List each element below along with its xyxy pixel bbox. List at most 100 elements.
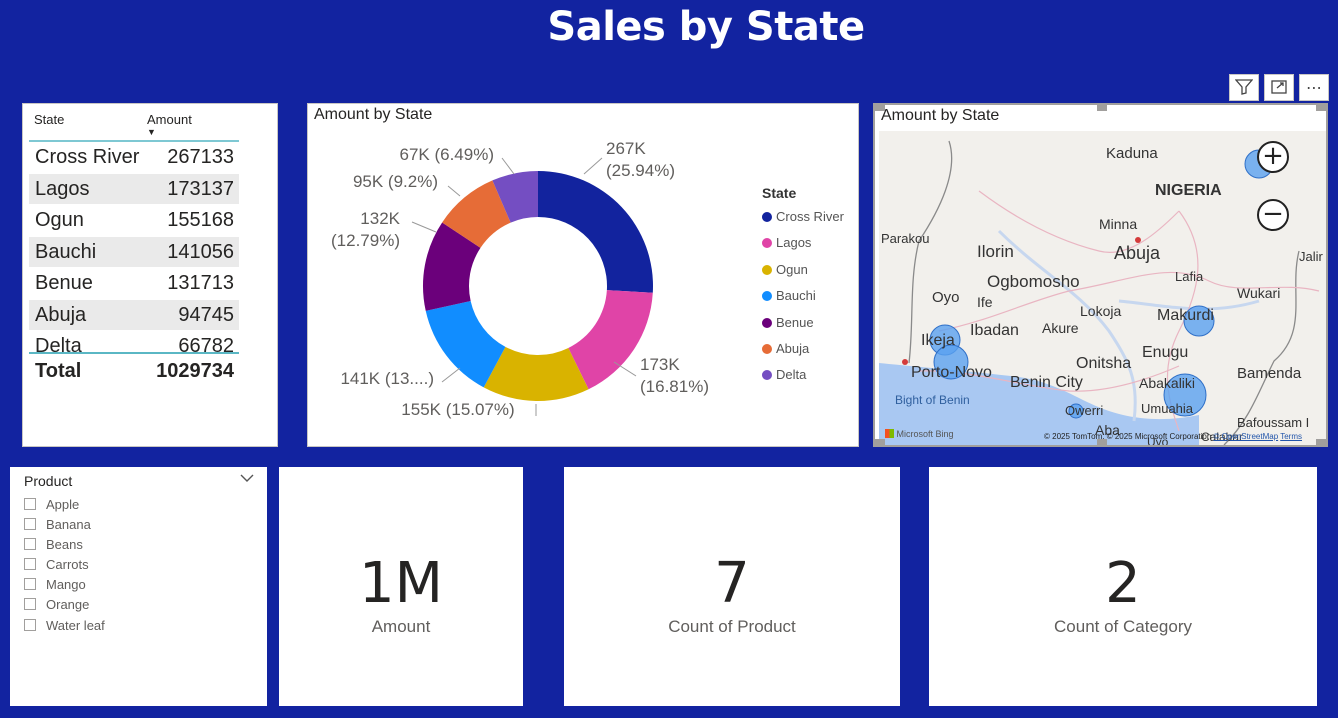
legend-item[interactable]: Benue: [762, 313, 844, 339]
slicer-title: Product: [24, 473, 73, 489]
data-label: 67K (6.49%): [400, 145, 495, 164]
legend-item[interactable]: Abuja: [762, 339, 844, 365]
city-label: Jalir: [1299, 249, 1323, 264]
terms-link[interactable]: Terms: [1280, 432, 1302, 441]
checkbox[interactable]: [24, 538, 36, 551]
table-row[interactable]: Benue 131713: [29, 268, 239, 300]
city-label: Ogbomosho: [987, 272, 1080, 291]
city-label: Ikeja: [921, 332, 955, 349]
kpi-value: 2: [1105, 551, 1141, 616]
legend-item[interactable]: Bauchi: [762, 286, 844, 312]
data-label: 155K (15.07%): [401, 400, 514, 419]
table-row[interactable]: Lagos 173137: [29, 173, 239, 205]
table-row[interactable]: Ogun 155168: [29, 205, 239, 237]
resize-handle[interactable]: [875, 105, 885, 111]
table-row[interactable]: Abuja 94745: [29, 299, 239, 331]
cell-state: Ogun: [35, 209, 84, 231]
donut-chart-card[interactable]: Amount by State 267K (25.94%) 173K (16.81%)…: [307, 103, 859, 447]
legend-item[interactable]: Ogun: [762, 260, 844, 286]
slicer-item[interactable]: Apple: [24, 495, 105, 515]
kpi-label: Count of Product: [668, 617, 796, 636]
checkbox[interactable]: [24, 578, 36, 591]
legend-marker: [762, 291, 772, 302]
kpi-card-amount[interactable]: 1M Amount: [279, 467, 523, 706]
zoom-out-button[interactable]: −: [1257, 199, 1289, 231]
legend-item[interactable]: Delta: [762, 365, 844, 391]
slicer-item[interactable]: Beans: [24, 535, 105, 555]
legend-item[interactable]: Lagos: [762, 233, 844, 259]
openstreetmap-link[interactable]: © OpenStreetMap: [1214, 432, 1279, 441]
state-amount-table[interactable]: State Amount ▼ Cross River 267133 Lagos 17…: [22, 103, 278, 447]
checkbox[interactable]: [24, 498, 36, 510]
page-title: Sales by State: [547, 4, 865, 50]
map-canvas[interactable]: Kaduna NIGERIA Minna Abuja Parakou Ilori…: [879, 131, 1326, 445]
resize-handle[interactable]: [1316, 105, 1326, 111]
map-visual-card[interactable]: Amount by State Kaduna NIGERIA Minna Abu…: [873, 103, 1328, 447]
kpi-label: Count of Category: [1054, 617, 1192, 636]
more-options-icon[interactable]: ⋯: [1299, 74, 1329, 101]
focus-mode-icon[interactable]: [1264, 74, 1294, 101]
resize-handle[interactable]: [1316, 439, 1326, 445]
sort-descending-icon: ▼: [147, 127, 156, 137]
data-label-leader: [447, 185, 461, 197]
table-row[interactable]: Bauchi 141056: [29, 236, 239, 268]
zoom-in-button[interactable]: +: [1257, 141, 1289, 173]
bing-icon: [885, 429, 894, 438]
city-label: Oyo: [932, 289, 960, 306]
kpi-value: 7: [714, 551, 750, 616]
city-label: Enugu: [1142, 344, 1189, 361]
city-label: Porto-Novo: [911, 364, 992, 381]
bing-label: Microsoft Bing: [896, 429, 954, 439]
chart-legend: State Cross River Lagos Ogun Bauchi Benue Abu…: [762, 185, 844, 392]
checkbox[interactable]: [24, 558, 36, 571]
kpi-card-count-of-product[interactable]: 7 Count of Product: [564, 467, 900, 706]
cell-amount: 141056: [167, 240, 234, 263]
chevron-down-icon[interactable]: [240, 471, 254, 487]
checkbox[interactable]: [24, 518, 36, 531]
table-header: State Amount ▼: [29, 112, 239, 142]
slicer-item-label: Water leaf: [46, 617, 105, 633]
legend-item[interactable]: Cross River: [762, 207, 844, 233]
legend-marker: [762, 317, 772, 328]
total-label: Total: [35, 360, 82, 382]
filter-icon[interactable]: [1229, 74, 1259, 101]
city-label: Bamenda: [1237, 365, 1302, 382]
resize-handle[interactable]: [875, 439, 885, 445]
table-row[interactable]: Cross River 267133: [29, 142, 239, 174]
donut-slice-cross-river[interactable]: [538, 171, 653, 293]
legend-label: Benue: [776, 314, 814, 330]
legend-marker: [762, 238, 772, 249]
cell-state: Abuja: [35, 303, 87, 326]
checkbox[interactable]: [24, 618, 36, 631]
slicer-item[interactable]: Banana: [24, 515, 105, 535]
legend-marker: [762, 212, 772, 222]
table-total-row: Total 1029734: [29, 352, 239, 388]
slicer-item-label: Beans: [46, 537, 83, 553]
resize-handle[interactable]: [1097, 439, 1107, 445]
slicer-item[interactable]: Orange: [24, 595, 105, 615]
slicer-item[interactable]: Mango: [24, 575, 105, 595]
product-slicer[interactable]: Product Apple Banana Beans Carrots Mango…: [10, 467, 267, 706]
data-label: 141K (13....): [340, 369, 434, 388]
cell-state: Cross River: [35, 146, 140, 168]
city-label: Ife: [977, 294, 993, 310]
data-label: 95K (9.2%): [353, 172, 438, 191]
city-label: Abuja: [1114, 243, 1161, 263]
column-header-state[interactable]: State: [34, 112, 64, 127]
microsoft-bing-logo: Microsoft Bing: [885, 429, 954, 439]
column-header-amount[interactable]: Amount: [147, 112, 192, 127]
city-label: Benin City: [1010, 374, 1083, 391]
kpi-label: Amount: [371, 617, 431, 636]
checkbox[interactable]: [24, 598, 36, 611]
cell-state: Lagos: [35, 177, 90, 200]
cell-amount: 267133: [167, 146, 234, 168]
data-label: (12.79%): [331, 231, 400, 250]
kpi-card-count-of-category[interactable]: 2 Count of Category: [929, 467, 1317, 706]
legend-label: Abuja: [776, 340, 810, 356]
total-amount: 1029734: [156, 360, 234, 382]
city-label: Onitsha: [1076, 355, 1132, 372]
cell-state: Bauchi: [35, 240, 97, 263]
slicer-item[interactable]: Carrots: [24, 555, 105, 575]
resize-handle[interactable]: [1097, 105, 1107, 111]
slicer-item[interactable]: Water leaf: [24, 616, 105, 636]
